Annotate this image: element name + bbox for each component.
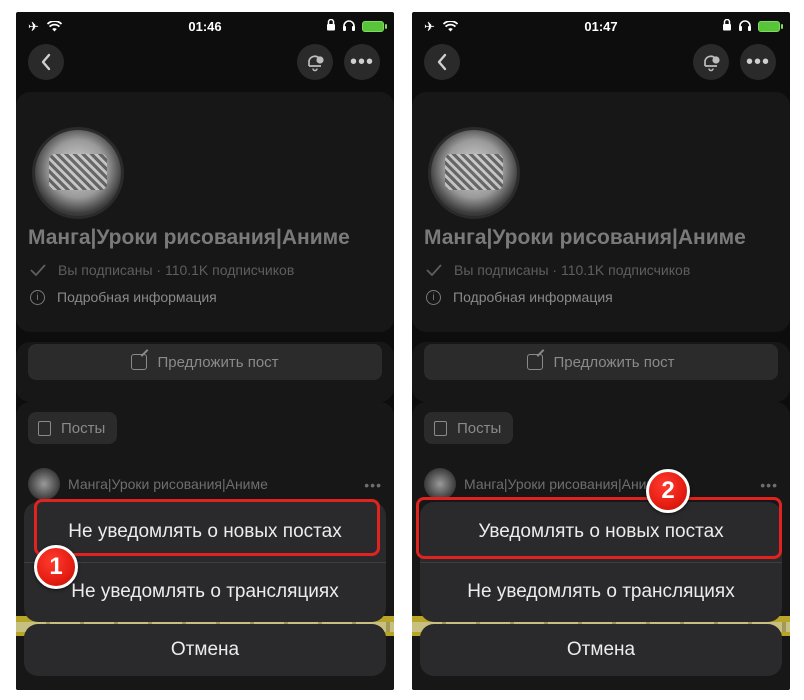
detailed-info-link[interactable]: i Подробная информация xyxy=(30,289,217,305)
subscription-text: Вы подписаны · 110.1K подписчиков xyxy=(58,262,295,278)
detailed-info-link[interactable]: i Подробная информация xyxy=(426,289,613,305)
group-name: Манга|Уроки рисования|Аниме xyxy=(424,226,746,249)
cancel-button[interactable]: Отмена xyxy=(24,624,386,676)
post-header[interactable]: Манга|Уроки рисования|Аниме xyxy=(28,468,268,500)
back-icon xyxy=(41,53,51,71)
back-icon xyxy=(437,53,447,71)
subscription-text: Вы подписаны · 110.1K подписчиков xyxy=(454,262,691,278)
checkmark-icon xyxy=(426,264,442,276)
highlight-box-step-2 xyxy=(416,497,782,559)
headphones-icon xyxy=(738,19,752,34)
more-button[interactable]: ••• xyxy=(344,44,380,80)
bell-check-icon xyxy=(704,55,720,72)
sheet-option-broadcasts[interactable]: Не уведомлять о трансляциях xyxy=(24,562,386,622)
info-icon: i xyxy=(426,289,441,305)
checkmark-icon xyxy=(30,264,46,276)
phone-screen-right: ✈ 01:47 ••• Манга|Уроки рисования|Аниме … xyxy=(412,12,790,690)
lock-rotation-icon xyxy=(722,18,732,34)
bell-check-icon xyxy=(308,55,324,72)
subscription-status[interactable]: Вы подписаны · 110.1K подписчиков xyxy=(30,262,294,278)
battery-icon xyxy=(362,21,387,32)
sheet-option-broadcasts[interactable]: Не уведомлять о трансляциях xyxy=(420,562,782,622)
group-avatar[interactable] xyxy=(32,127,124,219)
edit-icon xyxy=(527,354,544,370)
status-bar: ✈ 01:47 xyxy=(412,12,790,40)
post-author: Манга|Уроки рисования|Аниме xyxy=(68,476,268,492)
post-more-icon[interactable]: ••• xyxy=(760,477,778,493)
edit-icon xyxy=(131,354,148,370)
battery-icon xyxy=(758,21,783,32)
document-icon xyxy=(38,420,51,436)
lock-rotation-icon xyxy=(326,18,336,34)
info-icon: i xyxy=(30,289,45,305)
group-avatar[interactable] xyxy=(428,127,520,219)
suggest-post-label: Предложить пост xyxy=(553,353,675,371)
phone-screen-left: ✈ 01:46 ••• Манга|Уроки рисования|Аниме … xyxy=(16,12,394,690)
avatar xyxy=(28,468,60,500)
more-icon: ••• xyxy=(745,50,770,73)
detailed-info-label: Подробная информация xyxy=(57,289,217,305)
post-header[interactable]: Манга|Уроки рисования|Аниме xyxy=(424,468,664,500)
posts-label: Посты xyxy=(61,419,106,437)
status-bar: ✈ 01:46 xyxy=(16,12,394,40)
post-author: Манга|Уроки рисования|Аниме xyxy=(464,476,664,492)
step-badge-1: 1 xyxy=(34,545,78,589)
group-name: Манга|Уроки рисования|Аниме xyxy=(28,226,350,249)
post-more-icon[interactable]: ••• xyxy=(364,477,382,493)
detailed-info-label: Подробная информация xyxy=(453,289,613,305)
headphones-icon xyxy=(342,19,356,34)
document-icon xyxy=(434,420,447,436)
subscription-status[interactable]: Вы подписаны · 110.1K подписчиков xyxy=(426,262,690,278)
cancel-button[interactable]: Отмена xyxy=(420,624,782,676)
posts-tab[interactable]: Посты xyxy=(28,412,118,444)
back-button[interactable] xyxy=(28,44,64,80)
more-button[interactable]: ••• xyxy=(740,44,776,80)
suggest-post-button[interactable]: Предложить пост xyxy=(28,344,382,380)
avatar xyxy=(424,468,456,500)
back-button[interactable] xyxy=(424,44,460,80)
notifications-button[interactable] xyxy=(693,44,729,80)
suggest-post-label: Предложить пост xyxy=(157,353,279,371)
suggest-post-button[interactable]: Предложить пост xyxy=(424,344,778,380)
highlight-box-step-1 xyxy=(34,499,380,556)
posts-tab[interactable]: Посты xyxy=(424,412,514,444)
more-icon: ••• xyxy=(349,50,374,73)
posts-label: Посты xyxy=(457,419,502,437)
step-badge-2: 2 xyxy=(646,469,690,513)
notifications-button[interactable] xyxy=(297,44,333,80)
